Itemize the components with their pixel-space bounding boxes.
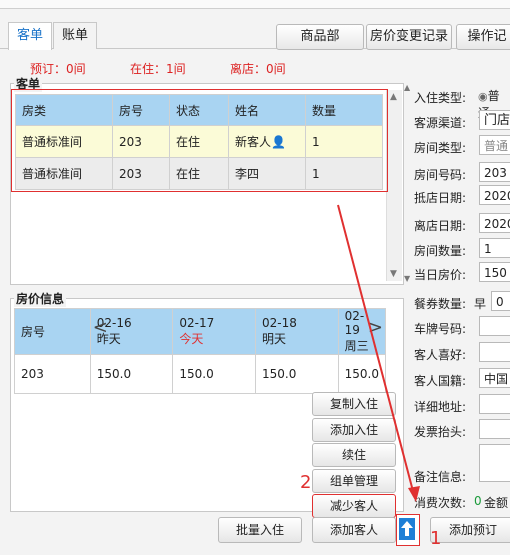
arrow-line bbox=[337, 204, 415, 496]
arrow-head-icon bbox=[408, 486, 420, 502]
annotation-arrow bbox=[337, 204, 420, 502]
